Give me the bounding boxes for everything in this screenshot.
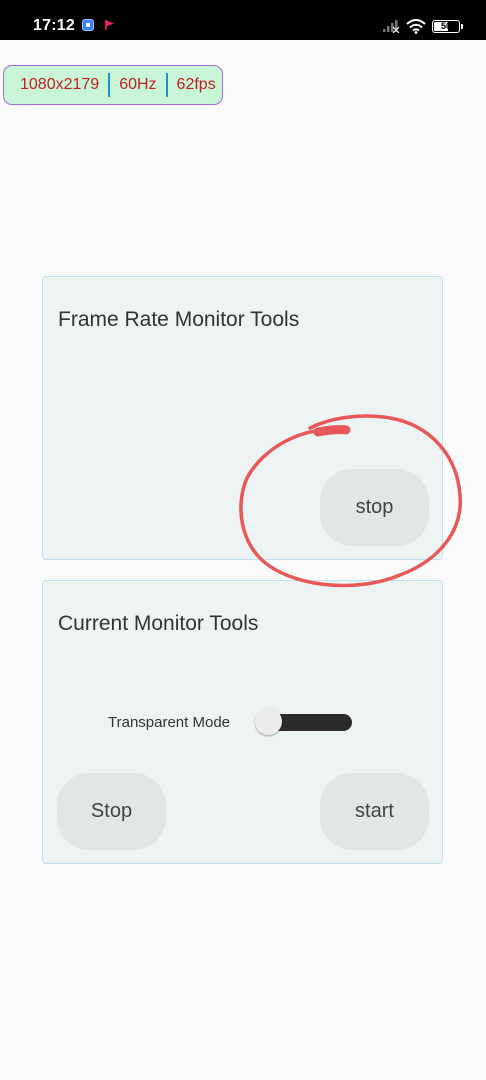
current-monitor-card: Current Monitor Tools Transparent Mode S… [42,580,443,864]
signal-icon [383,20,400,33]
transparent-mode-row: Transparent Mode [108,708,353,736]
status-right-group: 50 [382,16,463,36]
frame-rate-card-title: Frame Rate Monitor Tools [58,308,300,331]
overlay-resolution: 1080x2179 [20,76,100,93]
current-start-button[interactable]: start [320,773,429,850]
status-time: 17:12 [33,17,75,34]
current-stop-button[interactable]: Stop [57,773,166,850]
battery-tip [461,23,463,29]
battery-icon: 50 [432,19,463,33]
battery-level: 50 [440,21,451,31]
transparent-mode-switch[interactable] [255,708,353,736]
overlay-refresh-rate: 60Hz [119,76,157,93]
app-screen: 17:12 50 1080x2179 60Hz 62fps Frame Rate… [0,0,486,1080]
frame-rate-monitor-card: Frame Rate Monitor Tools stop [42,276,443,560]
flag-notification-icon [105,20,114,30]
fps-overlay[interactable]: 1080x2179 60Hz 62fps [3,65,223,105]
frame-rate-stop-button[interactable]: stop [320,469,429,546]
transparent-mode-label: Transparent Mode [108,713,231,731]
switch-thumb [255,708,283,735]
overlay-fps: 62fps [176,76,216,93]
app-notification-icon [82,19,94,31]
status-bar: 17:12 50 [0,0,486,40]
wifi-icon [406,18,426,34]
current-card-title: Current Monitor Tools [58,612,259,635]
